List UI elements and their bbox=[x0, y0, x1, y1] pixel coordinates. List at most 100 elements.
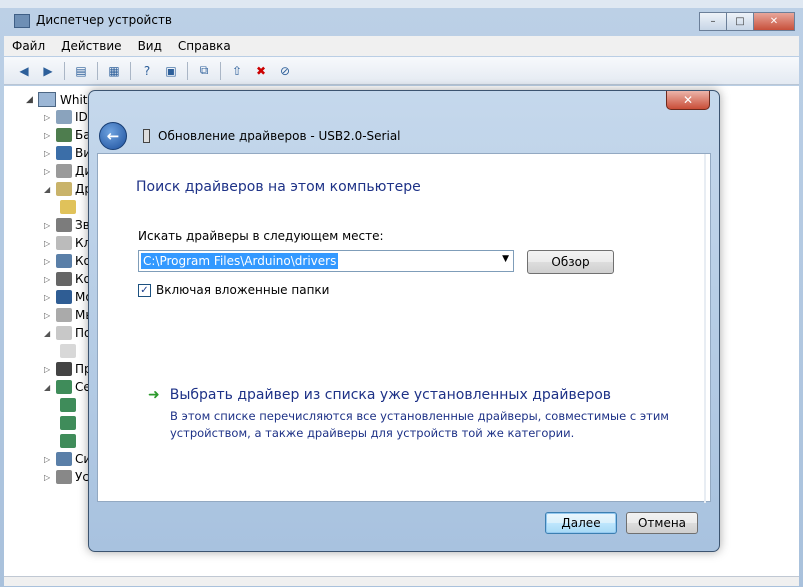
expand-caret-icon[interactable]: ▷ bbox=[44, 149, 56, 158]
browse-button[interactable]: Обзор bbox=[527, 250, 614, 274]
expand-caret-icon[interactable]: ▷ bbox=[44, 221, 56, 230]
mouse-icon bbox=[56, 308, 72, 322]
content-edge bbox=[704, 154, 706, 503]
minimize-button[interactable]: – bbox=[699, 12, 727, 31]
network-device-icon bbox=[60, 434, 76, 448]
tree-item[interactable]: ▷ Ди bbox=[44, 164, 92, 178]
back-arrow-icon[interactable]: ◀ bbox=[16, 63, 32, 79]
update-driver-icon[interactable]: ⇧ bbox=[229, 63, 245, 79]
processor-icon bbox=[56, 362, 72, 376]
action-pane-icon[interactable]: ▣ bbox=[163, 63, 179, 79]
tree-item[interactable]: ▷ ID bbox=[44, 110, 88, 124]
collapse-caret-icon[interactable]: ◢ bbox=[44, 329, 56, 338]
menu-action[interactable]: Действие bbox=[53, 36, 129, 56]
network-adapter-icon bbox=[56, 380, 72, 394]
dm-menubar: Файл Действие Вид Справка bbox=[4, 36, 799, 56]
tree-item[interactable]: ▷ Ко bbox=[44, 272, 91, 286]
expand-caret-icon[interactable]: ▷ bbox=[44, 257, 56, 266]
tree-item[interactable] bbox=[60, 200, 79, 214]
unknown-device-warning-icon bbox=[60, 200, 76, 214]
disable-device-icon[interactable]: ⊘ bbox=[277, 63, 293, 79]
usb-controller-icon bbox=[56, 272, 72, 286]
collapse-caret-icon[interactable]: ◢ bbox=[44, 383, 56, 392]
menu-help[interactable]: Справка bbox=[170, 36, 239, 56]
tree-item[interactable]: ▷ Ко bbox=[44, 254, 91, 268]
uninstall-icon[interactable]: ✖ bbox=[253, 63, 269, 79]
tree-item[interactable]: ▷ Пр bbox=[44, 362, 92, 376]
console-tree-icon[interactable]: ▤ bbox=[73, 63, 89, 79]
maximize-button[interactable]: □ bbox=[726, 12, 754, 31]
forward-arrow-icon[interactable]: ▶ bbox=[40, 63, 56, 79]
help-icon[interactable]: ? bbox=[139, 63, 155, 79]
tree-item[interactable]: ▷ Ба bbox=[44, 128, 91, 142]
tree-item[interactable]: ◢ По bbox=[44, 326, 91, 340]
tree-item[interactable] bbox=[60, 416, 79, 430]
expand-caret-icon[interactable]: ▷ bbox=[44, 239, 56, 248]
ide-controller-icon bbox=[56, 110, 72, 124]
battery-icon bbox=[56, 128, 72, 142]
tree-item-label: Ус bbox=[75, 470, 89, 484]
next-button[interactable]: Далее bbox=[545, 512, 617, 534]
page-heading: Поиск драйверов на этом компьютере bbox=[136, 179, 421, 195]
expand-caret-icon[interactable]: ▷ bbox=[44, 473, 56, 482]
tree-root[interactable]: ◢ White bbox=[26, 92, 95, 107]
include-subfolders-checkbox[interactable]: ✓ Включая вложенные папки bbox=[138, 283, 329, 297]
tree-item[interactable] bbox=[60, 344, 79, 358]
expand-caret-icon[interactable]: ▷ bbox=[44, 167, 56, 176]
expand-caret-icon[interactable]: ▷ bbox=[44, 131, 56, 140]
close-button[interactable]: ✕ bbox=[753, 12, 795, 31]
collapse-caret-icon[interactable]: ◢ bbox=[44, 185, 56, 194]
tree-item[interactable]: ▷ Ви bbox=[44, 146, 91, 160]
sound-icon bbox=[56, 218, 72, 232]
expand-caret-icon[interactable]: ▷ bbox=[44, 455, 56, 464]
driver-path-value[interactable]: C:\Program Files\Arduino\drivers bbox=[141, 253, 339, 269]
expand-caret-icon[interactable]: ▷ bbox=[44, 275, 56, 284]
dialog-title: Обновление драйверов - USB2.0-Serial bbox=[158, 129, 401, 143]
tree-item[interactable]: ▷ Мь bbox=[44, 308, 92, 322]
toolbar-separator bbox=[64, 61, 65, 80]
cancel-button[interactable]: Отмена bbox=[626, 512, 698, 534]
tree-item[interactable]: ▷ Мо bbox=[44, 290, 93, 304]
tree-item[interactable] bbox=[60, 398, 79, 412]
tree-item[interactable]: ▷ Кл bbox=[44, 236, 91, 250]
pick-from-list-title[interactable]: Выбрать драйвер из списка уже установлен… bbox=[170, 387, 611, 403]
scan-hardware-icon[interactable]: ⧉ bbox=[196, 63, 212, 79]
tree-item[interactable]: ◢ Се bbox=[44, 380, 91, 394]
properties-icon[interactable]: ▦ bbox=[106, 63, 122, 79]
device-manager-icon bbox=[14, 14, 30, 28]
tree-item[interactable]: ◢ Др bbox=[44, 182, 92, 196]
tree-item[interactable]: ▷ Зв bbox=[44, 218, 90, 232]
expand-caret-icon[interactable]: ▷ bbox=[44, 365, 56, 374]
update-driver-dialog: ✕ ← Обновление драйверов - USB2.0-Serial… bbox=[88, 90, 720, 552]
toolbar-separator bbox=[97, 61, 98, 80]
expand-caret-icon[interactable]: ▷ bbox=[44, 293, 56, 302]
menu-file[interactable]: Файл bbox=[4, 36, 53, 56]
toolbar-separator bbox=[130, 61, 131, 80]
dialog-close-button[interactable]: ✕ bbox=[666, 91, 710, 110]
dm-window-controls: – □ ✕ bbox=[699, 12, 795, 31]
dialog-header: ← Обновление драйверов - USB2.0-Serial bbox=[97, 119, 711, 153]
menu-view[interactable]: Вид bbox=[130, 36, 170, 56]
tree-item-label: ID bbox=[75, 110, 88, 124]
taskbar-strip bbox=[0, 0, 803, 8]
expand-caret-icon[interactable]: ▷ bbox=[44, 311, 56, 320]
computer-icon bbox=[56, 254, 72, 268]
tree-item[interactable] bbox=[60, 434, 79, 448]
back-arrow-icon[interactable]: ← bbox=[99, 122, 127, 150]
other-devices-icon bbox=[56, 182, 72, 196]
dropdown-arrow-icon[interactable]: ▼ bbox=[502, 254, 509, 264]
driver-path-combobox[interactable]: C:\Program Files\Arduino\drivers ▼ bbox=[138, 250, 514, 272]
green-arrow-icon: ➜ bbox=[148, 387, 160, 403]
dm-title-bar: Диспетчер устройств – □ ✕ bbox=[0, 8, 803, 34]
dialog-content: Поиск драйверов на этом компьютере Искат… bbox=[97, 153, 711, 503]
expand-caret-icon[interactable]: ▷ bbox=[44, 113, 56, 122]
computer-icon bbox=[38, 92, 56, 107]
checkmark-icon[interactable]: ✓ bbox=[138, 283, 151, 297]
tree-item[interactable]: ▷ Ус bbox=[44, 470, 89, 484]
keyboard-icon bbox=[56, 236, 72, 250]
tree-item[interactable]: ▷ Си bbox=[44, 452, 91, 466]
monitor-icon bbox=[56, 290, 72, 304]
pick-from-list-link[interactable]: ➜ Выбрать драйвер из списка уже установл… bbox=[148, 387, 611, 403]
collapse-caret-icon[interactable]: ◢ bbox=[26, 95, 38, 105]
include-subfolders-label: Включая вложенные папки bbox=[156, 283, 330, 297]
